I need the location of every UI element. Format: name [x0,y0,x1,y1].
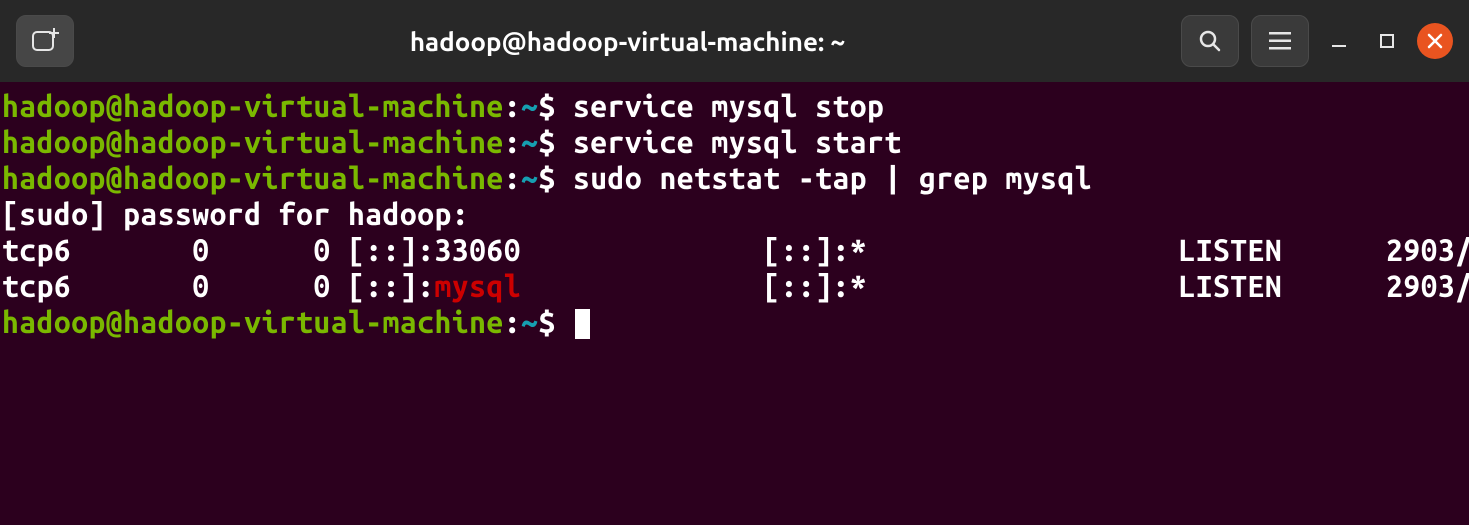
prompt-colon: : [504,125,521,159]
new-tab-button[interactable] [16,15,74,67]
output-text: [::]:* LISTEN 2903/ [521,269,1469,303]
titlebar: hadoop@hadoop-virtual-machine: ~ [0,0,1469,82]
minimize-icon [1330,32,1348,50]
prompt-user: hadoop@hadoop-virtual-machine [2,305,504,339]
prompt-path: ~ [521,125,538,159]
prompt-user: hadoop@hadoop-virtual-machine [2,161,504,195]
output-text: tcp6 0 0 [::]:33060 [::]:* LISTEN 2903/ [2,233,1469,267]
prompt-user: hadoop@hadoop-virtual-machine [2,89,504,123]
terminal-window: hadoop@hadoop-virtual-machine: ~ [0,0,1469,525]
prompt-symbol: $ [538,161,555,195]
new-tab-icon [30,28,60,54]
sudo-prompt: [sudo] password for hadoop: [2,197,486,231]
prompt-symbol: $ [538,125,555,159]
menu-button[interactable] [1251,15,1309,67]
prompt-path: ~ [521,161,538,195]
command-text: service mysql start [573,125,902,159]
prompt-path: ~ [521,305,538,339]
close-button[interactable] [1417,23,1453,59]
command-text: sudo netstat -tap | grep mysql [573,161,1092,195]
prompt-colon: : [504,89,521,123]
command-text: service mysql stop [573,89,884,123]
prompt-symbol: $ [538,89,555,123]
hamburger-icon [1268,31,1292,51]
prompt-colon: : [504,305,521,339]
terminal-area: hadoop@hadoop-virtual-machine:~$ service… [0,82,1469,525]
minimize-button[interactable] [1321,23,1357,59]
output-text: tcp6 0 0 [::]: [2,269,435,303]
window-title: hadoop@hadoop-virtual-machine: ~ [86,27,1169,56]
prompt-symbol: $ [538,305,555,339]
prompt-path: ~ [521,89,538,123]
prompt-user: hadoop@hadoop-virtual-machine [2,125,504,159]
close-icon [1427,33,1443,49]
search-button[interactable] [1181,15,1239,67]
maximize-button[interactable] [1369,23,1405,59]
search-icon [1197,28,1223,54]
maximize-icon [1378,32,1396,50]
terminal-output[interactable]: hadoop@hadoop-virtual-machine:~$ service… [0,82,1469,525]
titlebar-right [1181,15,1453,67]
cursor [575,309,590,339]
prompt-colon: : [504,161,521,195]
grep-match: mysql [435,269,522,303]
